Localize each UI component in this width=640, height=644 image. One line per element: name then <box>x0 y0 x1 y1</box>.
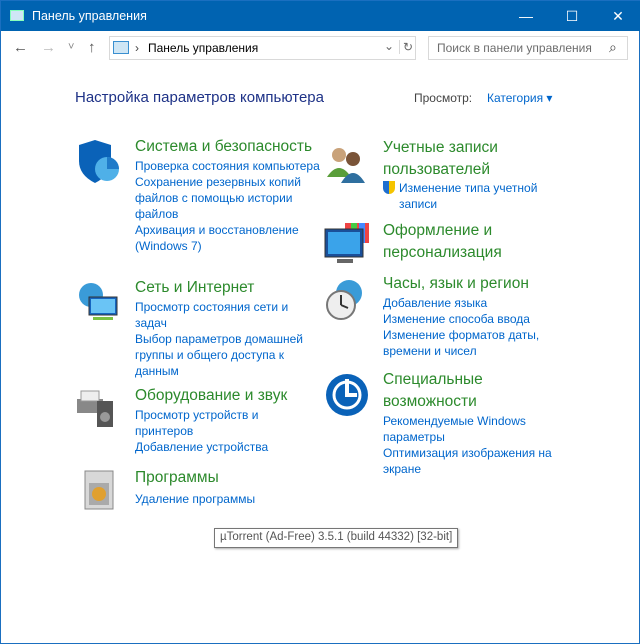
refresh-button[interactable]: ↻ <box>399 40 413 54</box>
page-title: Настройка параметров компьютера <box>75 89 324 106</box>
category-title[interactable]: Оформление и персонализация <box>383 220 568 264</box>
link[interactable]: Добавление языка <box>383 295 568 311</box>
forward-button[interactable]: → <box>41 39 56 56</box>
link[interactable]: Оптимизация изображения на экране <box>383 445 568 477</box>
address-dropdown-button[interactable]: ⌄ <box>384 39 394 53</box>
control-panel-icon <box>10 10 24 21</box>
category-title[interactable]: Оборудование и звук <box>135 385 320 407</box>
back-button[interactable]: ← <box>13 39 28 56</box>
link[interactable]: Просмотр устройств и принтеров <box>135 407 320 439</box>
breadcrumb-separator: › <box>135 41 139 55</box>
user-accounts-icon <box>323 141 367 185</box>
recent-locations-button[interactable]: ˅ <box>68 41 74 53</box>
category-appearance: Оформление и персонализация <box>383 220 568 264</box>
link[interactable]: Удаление программы <box>135 491 320 507</box>
title-bar: Панель управления — ☐ ✕ <box>1 1 640 31</box>
tooltip: µTorrent (Ad-Free) 3.5.1 (build 44332) [… <box>214 528 459 548</box>
category-system-security: Система и безопасность Проверка состояни… <box>135 136 320 254</box>
link[interactable]: Просмотр состояния сети и задач <box>135 299 320 331</box>
programs-icon <box>81 467 125 511</box>
link[interactable]: Добавление устройства <box>135 439 320 455</box>
link[interactable]: Изменение типа учетной записи <box>383 180 568 212</box>
category-clock-region: Часы, язык и регион Добавление языка Изм… <box>383 273 568 359</box>
appearance-monitor-icon <box>323 221 369 265</box>
link[interactable]: Выбор параметров домашней группы и общег… <box>135 331 320 379</box>
category-title[interactable]: Система и безопасность <box>135 136 320 158</box>
network-globe-icon <box>75 281 119 325</box>
category-title[interactable]: Сеть и Интернет <box>135 277 320 299</box>
breadcrumb-control-panel[interactable]: Панель управления <box>148 41 258 55</box>
search-icon[interactable]: ⌕ <box>609 39 617 56</box>
category-title[interactable]: Программы <box>135 467 320 489</box>
window-title: Панель управления <box>32 9 147 23</box>
category-title[interactable]: Учетные записи пользователей <box>383 137 568 181</box>
minimize-button[interactable]: — <box>503 1 549 31</box>
link[interactable]: Изменение форматов даты, времени и чисел <box>383 327 568 359</box>
category-title[interactable]: Часы, язык и регион <box>383 273 568 295</box>
link[interactable]: Сохранение резервных копий файлов с помо… <box>135 174 320 222</box>
view-label: Просмотр: <box>414 91 473 105</box>
maximize-button[interactable]: ☐ <box>549 1 595 31</box>
link-text[interactable]: Изменение типа учетной записи <box>399 181 537 211</box>
link[interactable]: Рекомендуемые Windows параметры <box>383 413 568 445</box>
close-button[interactable]: ✕ <box>595 1 640 31</box>
link[interactable]: Изменение способа ввода <box>383 311 568 327</box>
category-network-internet: Сеть и Интернет Просмотр состояния сети … <box>135 277 320 379</box>
control-panel-icon <box>113 41 129 54</box>
search-input[interactable]: Поиск в панели управления ⌕ <box>428 36 628 60</box>
category-title[interactable]: Специальные возможности <box>383 369 568 413</box>
uac-shield-icon <box>383 181 395 194</box>
link[interactable]: Проверка состояния компьютера <box>135 158 320 174</box>
category-hardware-sound: Оборудование и звук Просмотр устройств и… <box>135 385 320 455</box>
category-programs: Программы Удаление программы <box>135 467 320 507</box>
search-placeholder: Поиск в панели управления <box>437 41 592 55</box>
address-bar[interactable]: › Панель управления ⌄ ↻ <box>109 36 416 60</box>
link[interactable]: Архивация и восстановление (Windows 7) <box>135 222 320 254</box>
printer-speaker-icon <box>75 385 119 429</box>
ease-of-access-icon <box>325 373 369 417</box>
view-mode-dropdown[interactable]: Категория ▾ <box>487 91 552 105</box>
category-user-accounts: Учетные записи пользователей Изменение т… <box>383 137 568 212</box>
category-ease-of-access: Специальные возможности Рекомендуемые Wi… <box>383 369 568 477</box>
up-button[interactable]: ↑ <box>88 39 96 56</box>
shield-icon <box>75 139 119 183</box>
clock-globe-icon <box>323 277 367 321</box>
